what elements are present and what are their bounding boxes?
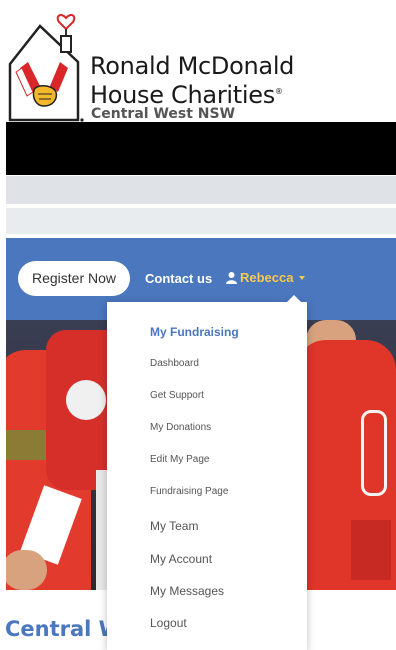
brand-name: Ronald McDonald House Charities® — [90, 54, 294, 108]
rmhc-logo-icon[interactable] — [6, 4, 84, 122]
menu-item-my-donations[interactable]: My Donations — [150, 422, 211, 433]
info-bar — [6, 176, 396, 204]
redacted-bar — [6, 122, 396, 175]
menu-item-get-support[interactable]: Get Support — [150, 390, 204, 401]
dropdown-pointer — [287, 295, 301, 302]
register-now-button[interactable]: Register Now — [18, 261, 130, 296]
chevron-down-icon — [299, 275, 306, 280]
menu-item-logout[interactable]: Logout — [150, 616, 187, 630]
menu-item-my-account[interactable]: My Account — [150, 552, 212, 566]
brand-name-line1: Ronald McDonald — [90, 52, 295, 80]
menu-item-dashboard[interactable]: Dashboard — [150, 358, 199, 369]
user-dropdown-menu: My Fundraising Dashboard Get Support My … — [107, 295, 307, 650]
user-menu-toggle[interactable]: Rebecca — [226, 270, 306, 285]
page-heading: Central W — [5, 617, 122, 641]
registered-mark: ® — [274, 87, 283, 96]
menu-item-my-fundraising[interactable]: My Fundraising — [150, 325, 239, 339]
menu-item-my-messages[interactable]: My Messages — [150, 584, 224, 598]
site-header: Ronald McDonald House Charities® Central… — [0, 0, 396, 122]
secondary-bar — [6, 208, 396, 234]
menu-item-edit-my-page[interactable]: Edit My Page — [150, 454, 209, 465]
user-icon — [226, 271, 237, 284]
brand-region: Central West NSW — [91, 106, 236, 122]
brand-name-line2: House Charities — [90, 81, 275, 109]
user-name: Rebecca — [240, 270, 294, 285]
menu-item-fundraising-page[interactable]: Fundraising Page — [150, 486, 228, 497]
menu-item-my-team[interactable]: My Team — [150, 519, 198, 533]
contact-us-link[interactable]: Contact us — [145, 271, 212, 286]
